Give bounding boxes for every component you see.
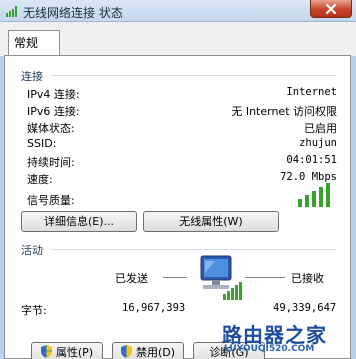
properties-button[interactable]: 属性(P) — [31, 342, 103, 359]
sent-label: 已发送 — [115, 272, 148, 285]
speed-value: 72.0 Mbps — [280, 171, 337, 183]
window-title: 无线网络连接 状态 — [23, 6, 123, 20]
shield-icon — [40, 345, 52, 358]
bytes-received-value: 49,339,647 — [273, 302, 337, 314]
ssid-value: zhujun — [299, 137, 337, 149]
close-button[interactable] — [310, 0, 352, 18]
details-button[interactable]: 详细信息(E)... — [21, 211, 137, 232]
network-icon — [6, 6, 17, 17]
ssid-label: SSID: — [27, 137, 57, 150]
bytes-sent-value: 16,967,393 — [122, 302, 186, 314]
duration-value: 04:01:51 — [286, 154, 337, 166]
tab-general[interactable]: 常规 — [8, 30, 60, 56]
ssid-row: SSID: zhujun — [27, 137, 337, 153]
media-state-row: 媒体状态: 已启用 — [27, 120, 337, 136]
ipv6-value: 无 Internet 访问权限 — [231, 105, 337, 118]
computer-icon — [200, 255, 242, 300]
disable-button-label: 禁用(D) — [135, 346, 176, 359]
signal-row: 信号质量: — [27, 192, 337, 208]
speed-row: 速度: 72.0 Mbps — [27, 171, 337, 187]
ipv6-row: IPv6 连接: 无 Internet 访问权限 — [27, 103, 337, 119]
ipv4-row: IPv4 连接: Internet — [27, 86, 337, 102]
media-state-label: 媒体状态: — [27, 122, 75, 135]
received-line — [245, 277, 285, 278]
ipv6-label: IPv6 连接: — [27, 105, 80, 118]
title-bar: 无线网络连接 状态 — [0, 0, 356, 22]
sent-line — [163, 277, 187, 278]
watermark: 路由器之家 LUYOUQI520.COM — [222, 319, 352, 357]
media-state-value: 已启用 — [304, 122, 337, 135]
properties-button-label: 属性(P) — [55, 346, 94, 359]
disable-button[interactable]: 禁用(D) — [112, 342, 184, 359]
connection-divider — [51, 75, 337, 76]
signal-strength-icon — [298, 183, 330, 207]
received-label: 已接收 — [291, 272, 324, 285]
connection-section-title: 连接 — [21, 70, 43, 83]
tab-strip: 常规 — [0, 22, 356, 56]
wireless-properties-button[interactable]: 无线属性(W) — [143, 211, 279, 232]
general-panel: 连接 IPv4 连接: Internet IPv6 连接: 无 Internet… — [4, 55, 351, 359]
activity-divider — [51, 249, 337, 250]
bytes-label: 字节: — [21, 304, 47, 317]
close-icon — [325, 3, 337, 15]
speed-label: 速度: — [27, 173, 53, 186]
ipv4-value: Internet — [286, 86, 337, 98]
duration-row: 持续时间: 04:01:51 — [27, 154, 337, 170]
activity-section-title: 活动 — [21, 244, 43, 257]
shield-icon — [120, 345, 132, 358]
watermark-url: LUYOUQI520.COM — [224, 344, 315, 354]
signal-label: 信号质量: — [27, 194, 75, 207]
duration-label: 持续时间: — [27, 156, 75, 169]
ipv4-label: IPv4 连接: — [27, 88, 80, 101]
